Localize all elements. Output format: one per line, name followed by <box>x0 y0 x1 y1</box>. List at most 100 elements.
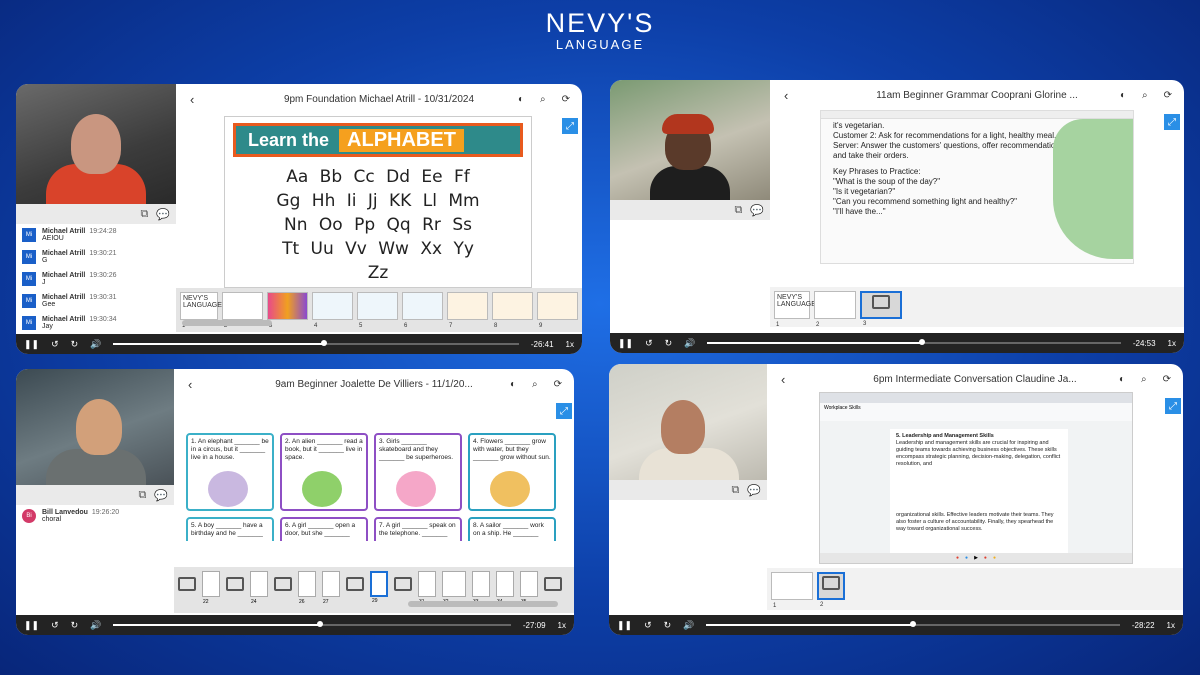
chat-text: choral <box>42 516 62 523</box>
play-icon[interactable]: ▶ <box>974 555 978 561</box>
thumbnail[interactable]: 7 <box>447 292 488 329</box>
volume-icon[interactable]: 🔊 <box>684 338 695 349</box>
pause-icon[interactable]: ❚❚ <box>617 620 632 631</box>
letters-row: Nn Oo Pp Qq Rr Ss <box>284 215 472 235</box>
rewind-icon[interactable]: ↺ <box>51 339 59 350</box>
thumbnail[interactable]: 2 <box>222 292 263 329</box>
thumbnail[interactable]: 9 <box>537 292 578 329</box>
thumbnail[interactable]: 27 <box>322 571 340 605</box>
thumbnail-selected[interactable]: 29 <box>370 571 388 604</box>
forward-icon[interactable]: ↻ <box>664 620 672 631</box>
seek-knob[interactable] <box>919 339 926 345</box>
volume-icon[interactable]: 🔊 <box>683 620 694 631</box>
chat-icon[interactable]: 💬 <box>750 204 764 217</box>
copy-icon[interactable]: ⧉ <box>140 208 148 221</box>
dark-mode-icon[interactable]: ◐ <box>1120 90 1126 101</box>
card-text: 6. A girl _______ open a door, but she _… <box>285 522 356 537</box>
rewind-icon[interactable]: ↺ <box>644 620 652 631</box>
thumbnail-scrollbar[interactable] <box>182 320 272 326</box>
speed-button[interactable]: 1x <box>1168 339 1176 348</box>
fullscreen-icon[interactable]: ⤢ <box>1164 114 1180 130</box>
seek-bar[interactable] <box>113 340 519 346</box>
seek-knob[interactable] <box>910 621 917 627</box>
slide-heading: Learn the ALPHABET <box>233 123 523 157</box>
dark-mode-icon[interactable]: ◐ <box>510 379 516 390</box>
thumbnail[interactable]: 4 <box>312 292 353 329</box>
rewind-icon[interactable]: ↺ <box>645 338 653 349</box>
thumbnail[interactable]: 3 <box>267 292 308 329</box>
refresh-icon[interactable]: ⟳ <box>554 379 562 390</box>
time-remaining: -24:53 <box>1132 338 1156 348</box>
volume-icon[interactable]: 🔊 <box>90 620 101 631</box>
speed-button[interactable]: 1x <box>566 340 574 349</box>
screen-share-icon[interactable] <box>346 577 364 591</box>
copy-icon[interactable]: ⧉ <box>734 204 742 217</box>
seek-bar[interactable] <box>707 339 1121 345</box>
thumbnail[interactable]: 35 <box>520 571 538 605</box>
refresh-icon[interactable]: ⟳ <box>1163 374 1171 385</box>
chrome-icon[interactable]: ● <box>956 555 959 561</box>
pause-icon[interactable]: ❚❚ <box>24 620 39 631</box>
chat-icon[interactable]: 💬 <box>747 484 761 497</box>
screen-share-icon[interactable] <box>274 577 292 591</box>
thumbnail[interactable]: NEVY'S LANGUAGE 1 <box>774 291 816 328</box>
chat-time: 19:24:28 <box>89 228 117 235</box>
pause-icon[interactable]: ❚❚ <box>618 338 633 349</box>
drive-icon[interactable]: ● <box>993 555 996 561</box>
forward-icon[interactable]: ↻ <box>665 338 673 349</box>
thumbnail[interactable]: 5 <box>357 292 398 329</box>
thumbnail-scrollbar[interactable] <box>408 601 558 607</box>
screen-share-icon[interactable] <box>226 577 244 591</box>
thumbnail[interactable]: 34 <box>496 571 514 605</box>
gmail-icon[interactable]: ● <box>984 555 987 561</box>
fullscreen-icon[interactable]: ⤢ <box>1165 398 1181 414</box>
thumbnail[interactable]: 26 <box>298 571 316 605</box>
speed-button[interactable]: 1x <box>558 621 566 630</box>
forward-icon[interactable]: ↻ <box>71 339 79 350</box>
screen-share-icon[interactable] <box>544 577 562 591</box>
letters-row: Zz <box>367 263 389 283</box>
screen-share-icon[interactable] <box>178 577 196 591</box>
seek-knob[interactable] <box>321 340 328 346</box>
thumb-number: 4 <box>314 323 318 329</box>
forward-icon[interactable]: ↻ <box>71 620 79 631</box>
thumb-label: NEVY'S LANGUAGE <box>183 295 222 309</box>
thumbnail[interactable]: 8 <box>492 292 533 329</box>
refresh-icon[interactable]: ⟳ <box>1164 90 1172 101</box>
search-icon[interactable]: ⌕ <box>532 379 538 390</box>
refresh-icon[interactable]: ⟳ <box>562 94 570 105</box>
speed-button[interactable]: 1x <box>1167 621 1175 630</box>
chat-icon[interactable]: 💬 <box>154 489 168 502</box>
screen-share-icon[interactable] <box>394 577 412 591</box>
thumbnail[interactable]: 2 <box>814 291 856 328</box>
thumbnail-selected[interactable]: 3 <box>860 291 902 327</box>
thumb-number: 8 <box>494 323 498 329</box>
dark-mode-icon[interactable]: ◐ <box>1119 374 1125 385</box>
rewind-icon[interactable]: ↺ <box>51 620 59 631</box>
thumbnail[interactable]: 6 <box>402 292 443 329</box>
seek-knob[interactable] <box>317 621 324 627</box>
copy-icon[interactable]: ⧉ <box>138 489 146 502</box>
seek-bar[interactable] <box>113 621 511 627</box>
meet-icon[interactable]: ● <box>965 555 968 561</box>
thumbnail[interactable]: NEVY'S LANGUAGE 1 <box>180 292 222 329</box>
fullscreen-icon[interactable]: ⤢ <box>562 118 578 134</box>
thumbnail-selected[interactable]: 2 <box>817 572 845 608</box>
thumbnail[interactable]: 31 <box>418 571 436 605</box>
thumbnail[interactable]: 22 <box>202 571 220 605</box>
fullscreen-icon[interactable]: ⤢ <box>556 403 572 419</box>
thumbnail[interactable]: 32 <box>442 571 466 605</box>
volume-icon[interactable]: 🔊 <box>90 339 101 350</box>
seek-bar[interactable] <box>706 621 1120 627</box>
thumbnail[interactable]: 33 <box>472 571 490 605</box>
search-icon[interactable]: ⌕ <box>1141 374 1147 385</box>
copy-icon[interactable]: ⧉ <box>731 484 739 497</box>
search-icon[interactable]: ⌕ <box>1142 90 1148 101</box>
search-icon[interactable]: ⌕ <box>540 94 546 105</box>
worksheet-slide: 1. An elephant _______ be in a circus, b… <box>182 429 562 541</box>
pause-icon[interactable]: ❚❚ <box>24 339 39 350</box>
thumbnail[interactable]: 24 <box>250 571 268 605</box>
thumbnail[interactable]: 1 <box>771 572 813 609</box>
chat-icon[interactable]: 💬 <box>156 208 170 221</box>
dark-mode-icon[interactable]: ◐ <box>518 94 524 105</box>
